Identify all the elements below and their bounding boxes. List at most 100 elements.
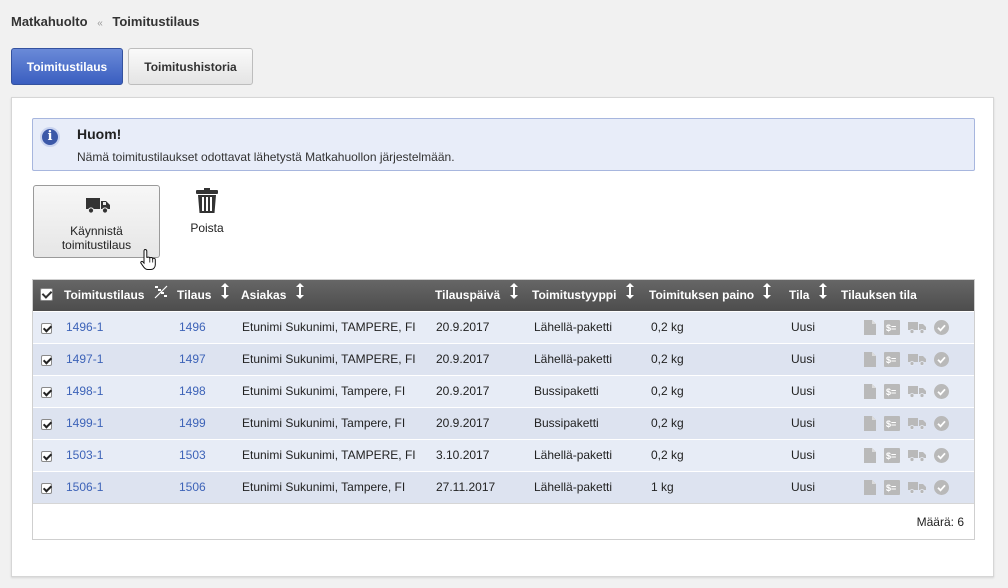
- customer-cell: Etunimi Sukunimi, TAMPERE, FI: [242, 352, 416, 366]
- delivery-id-link[interactable]: 1498-1: [66, 376, 103, 407]
- column-label: Toimitustilaus: [64, 288, 145, 302]
- weight-cell: 0,2 kg: [651, 352, 684, 366]
- row-checkbox[interactable]: [41, 451, 52, 462]
- table-row[interactable]: 1497-1 1497 Etunimi Sukunimi, TAMPERE, F…: [33, 343, 974, 375]
- order-status-icons: $=: [864, 416, 949, 434]
- table-row[interactable]: 1498-1 1498 Etunimi Sukunimi, Tampere, F…: [33, 375, 974, 407]
- notice-text: Nämä toimitustilaukset odottavat lähetys…: [77, 150, 455, 164]
- column-label: Tilauksen tila: [841, 288, 917, 302]
- delivery-id-link[interactable]: 1499-1: [66, 408, 103, 439]
- order-status-icons: $=: [864, 480, 949, 498]
- table-row[interactable]: 1503-1 1503 Etunimi Sukunimi, TAMPERE, F…: [33, 439, 974, 471]
- tab-toimitustilaus[interactable]: Toimitustilaus: [11, 48, 123, 85]
- sort-icon: [295, 280, 304, 311]
- invoice-icon[interactable]: $=: [884, 320, 900, 338]
- delivery-id-link[interactable]: 1503-1: [66, 440, 103, 471]
- select-all-checkbox[interactable]: [40, 288, 53, 301]
- check-circle-icon[interactable]: [934, 480, 949, 498]
- column-header-toimitustyyppi[interactable]: Toimitustyyppi: [532, 280, 634, 311]
- row-checkbox[interactable]: [41, 323, 52, 334]
- order-status-icons: $=: [864, 384, 949, 402]
- invoice-icon[interactable]: $=: [884, 480, 900, 498]
- order-link[interactable]: 1499: [179, 408, 206, 439]
- invoice-icon[interactable]: $=: [884, 384, 900, 402]
- customer-cell: Etunimi Sukunimi, Tampere, FI: [242, 480, 406, 494]
- order-link[interactable]: 1506: [179, 472, 206, 503]
- truck-icon[interactable]: [908, 417, 926, 433]
- order-link[interactable]: 1497: [179, 344, 206, 375]
- state-cell: Uusi: [791, 416, 816, 430]
- order-date-cell: 27.11.2017: [436, 480, 496, 494]
- check-circle-icon[interactable]: [934, 448, 949, 466]
- table-row[interactable]: 1496-1 1496 Etunimi Sukunimi, TAMPERE, F…: [33, 311, 974, 343]
- weight-cell: 1 kg: [651, 480, 674, 494]
- delivery-id-link[interactable]: 1496-1: [66, 312, 103, 343]
- customer-cell: Etunimi Sukunimi, TAMPERE, FI: [242, 448, 416, 462]
- table-row[interactable]: 1499-1 1499 Etunimi Sukunimi, Tampere, F…: [33, 407, 974, 439]
- svg-text:$=: $=: [886, 355, 896, 365]
- row-checkbox[interactable]: [41, 483, 52, 494]
- delivery-type-cell: Bussipaketti: [534, 416, 599, 430]
- order-status-icons: $=: [864, 448, 949, 466]
- order-date-cell: 20.9.2017: [436, 320, 490, 334]
- invoice-icon[interactable]: $=: [884, 352, 900, 370]
- delete-button[interactable]: Poista: [182, 188, 232, 238]
- column-label: Toimitustyyppi: [532, 288, 617, 302]
- orders-grid: Toimitustilaus Tilaus Asiakas Tilauspäiv…: [32, 279, 975, 540]
- order-status-icons: $=: [864, 352, 949, 370]
- order-link[interactable]: 1498: [179, 376, 206, 407]
- column-header-toimituksen-paino[interactable]: Toimituksen paino: [649, 280, 772, 311]
- document-icon[interactable]: [864, 384, 876, 402]
- check-circle-icon[interactable]: [934, 416, 949, 434]
- svg-text:$=: $=: [886, 387, 896, 397]
- document-icon[interactable]: [864, 320, 876, 338]
- row-checkbox[interactable]: [41, 355, 52, 366]
- row-checkbox[interactable]: [41, 387, 52, 398]
- grid-header: Toimitustilaus Tilaus Asiakas Tilauspäiv…: [33, 280, 974, 311]
- customer-cell: Etunimi Sukunimi, Tampere, FI: [242, 416, 406, 430]
- notice-title: Huom!: [77, 126, 122, 142]
- check-circle-icon[interactable]: [934, 384, 949, 402]
- invoice-icon[interactable]: $=: [884, 448, 900, 466]
- weight-cell: 0,2 kg: [651, 384, 684, 398]
- column-header-tilaus[interactable]: Tilaus: [177, 280, 229, 311]
- truck-icon[interactable]: [908, 385, 926, 401]
- truck-icon[interactable]: [908, 321, 926, 337]
- truck-icon[interactable]: [908, 353, 926, 369]
- column-label: Tilauspäivä: [435, 288, 501, 302]
- breadcrumb: Matkahuolto « Toimitustilaus: [11, 14, 200, 29]
- document-icon[interactable]: [864, 448, 876, 466]
- weight-cell: 0,2 kg: [651, 320, 684, 334]
- order-date-cell: 20.9.2017: [436, 384, 490, 398]
- row-checkbox[interactable]: [41, 419, 52, 430]
- check-circle-icon[interactable]: [934, 352, 949, 370]
- svg-text:$=: $=: [886, 483, 896, 493]
- invoice-icon[interactable]: $=: [884, 416, 900, 434]
- delivery-id-link[interactable]: 1506-1: [66, 472, 103, 503]
- tab-bar: Toimitustilaus Toimitushistoria: [11, 48, 253, 85]
- column-header-tilauspaiva[interactable]: Tilauspäivä: [435, 280, 518, 311]
- delivery-type-cell: Lähellä-paketti: [534, 352, 613, 366]
- breadcrumb-root[interactable]: Matkahuolto: [11, 14, 88, 29]
- sort-icon: [625, 280, 634, 311]
- document-icon[interactable]: [864, 352, 876, 370]
- svg-text:$=: $=: [886, 451, 896, 461]
- order-link[interactable]: 1503: [179, 440, 206, 471]
- delivery-id-link[interactable]: 1497-1: [66, 344, 103, 375]
- notice-box: i Huom! Nämä toimitustilaukset odottavat…: [32, 118, 975, 171]
- breadcrumb-separator: «: [97, 18, 103, 29]
- column-header-asiakas[interactable]: Asiakas: [241, 280, 304, 311]
- column-header-toimitustilaus[interactable]: Toimitustilaus: [64, 280, 168, 311]
- svg-text:$=: $=: [886, 419, 896, 429]
- truck-icon[interactable]: [908, 449, 926, 465]
- truck-icon[interactable]: [908, 481, 926, 497]
- tab-toimitushistoria[interactable]: Toimitushistoria: [128, 48, 253, 85]
- weight-cell: 0,2 kg: [651, 448, 684, 462]
- check-circle-icon[interactable]: [934, 320, 949, 338]
- document-icon[interactable]: [864, 416, 876, 434]
- table-row[interactable]: 1506-1 1506 Etunimi Sukunimi, Tampere, F…: [33, 471, 974, 503]
- order-link[interactable]: 1496: [179, 312, 206, 343]
- column-header-tila[interactable]: Tila: [789, 280, 827, 311]
- delete-label: Poista: [190, 221, 224, 235]
- document-icon[interactable]: [864, 480, 876, 498]
